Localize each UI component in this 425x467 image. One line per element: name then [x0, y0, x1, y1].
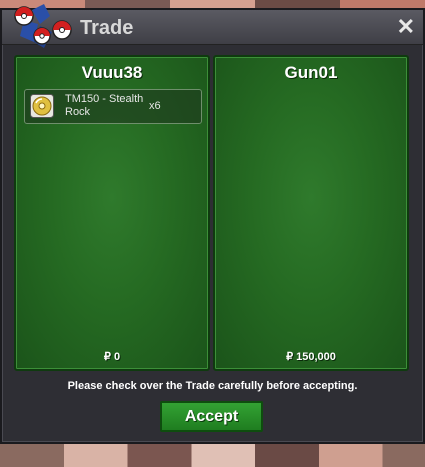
disc-icon	[30, 94, 54, 118]
trader-name: Vuuu38	[81, 63, 143, 82]
trader-name: Gun01	[284, 63, 338, 82]
item-name: TM150 - Stealth Rock	[65, 93, 144, 118]
trader-money: ₽ 150,000	[286, 351, 336, 363]
trader-money: ₽ 0	[103, 351, 121, 363]
trade-item[interactable]: TM150 - Stealth Rock x6	[24, 89, 202, 124]
close-button[interactable]: ✕	[397, 14, 415, 40]
game-background-bottom	[0, 443, 425, 467]
item-quantity: x6	[149, 100, 161, 112]
trade-notice: Please check over the Trade carefully be…	[67, 380, 358, 392]
accept-button[interactable]: Accept	[160, 401, 263, 432]
trader-panel-left: Vuuu38 TM150 - Stealth Rock x6 ₽ 0	[14, 55, 210, 371]
trade-window: Trade ✕ Vuuu38 TM150 - Stealth Rock x6 ₽…	[0, 4, 425, 444]
trader-panel-right: Gun01 ₽ 150,000	[213, 55, 409, 371]
pokeball-logo-icon	[14, 4, 72, 48]
window-title: Trade	[80, 17, 134, 39]
